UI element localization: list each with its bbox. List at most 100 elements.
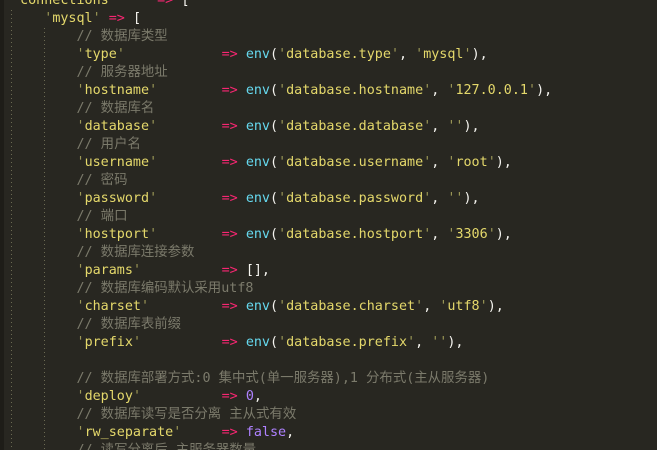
- code-token: ': [528, 83, 537, 98]
- code-token: connections: [20, 0, 109, 8]
- code-token: =>: [221, 263, 238, 278]
- code-token: (: [270, 227, 279, 242]
- code-line[interactable]: 'type' => env('database.type', 'mysql'),: [12, 46, 552, 64]
- code-token: ': [76, 425, 85, 440]
- code-token: hostname: [84, 83, 150, 98]
- code-token: ': [278, 47, 287, 62]
- code-token: ,: [399, 47, 416, 62]
- code-line[interactable]: // 数据库表前缀: [12, 316, 552, 334]
- code-token: ': [132, 263, 141, 278]
- code-token: ': [278, 335, 287, 350]
- code-line[interactable]: 'mysql' => [: [12, 10, 552, 28]
- code-token: '': [431, 335, 448, 350]
- code-line[interactable]: 'connections' => [: [12, 0, 552, 10]
- code-line[interactable]: // 数据库类型: [12, 28, 552, 46]
- code-line[interactable]: // 数据库编码默认采用utf8: [12, 280, 552, 298]
- code-token: database: [84, 119, 150, 134]
- code-token: ': [415, 47, 424, 62]
- gutter: [0, 0, 4, 450]
- code-token: ': [407, 335, 416, 350]
- code-area[interactable]: 'connections' => [ 'mysql' => [ // 数据库类型…: [12, 0, 552, 450]
- code-token: ': [390, 47, 399, 62]
- code-token: 127.0.0.1: [455, 83, 528, 98]
- code-line[interactable]: // 密码: [12, 172, 552, 190]
- code-token: ': [76, 263, 85, 278]
- code-editor[interactable]: 'connections' => [ 'mysql' => [ // 数据库类型…: [0, 0, 657, 450]
- code-token: // 用户名: [76, 137, 141, 152]
- code-token: password: [84, 191, 150, 206]
- code-token: =>: [221, 425, 238, 440]
- code-line[interactable]: // 端口: [12, 208, 552, 226]
- code-token: database.database: [286, 119, 424, 134]
- code-token: // 数据库编码默认采用utf8: [76, 281, 254, 296]
- code-line[interactable]: // 用户名: [12, 136, 552, 154]
- code-line[interactable]: [12, 352, 552, 370]
- code-line[interactable]: 'username' => env('database.username', '…: [12, 154, 552, 172]
- code-line[interactable]: 'hostport' => env('database.hostport', '…: [12, 226, 552, 244]
- code-line[interactable]: // 数据库名: [12, 100, 552, 118]
- code-token: ,: [286, 425, 295, 440]
- code-token: ,: [431, 83, 448, 98]
- code-line[interactable]: // 数据库部署方式:0 集中式(单一服务器),1 分布式(主从服务器): [12, 370, 552, 388]
- code-line[interactable]: 'charset' => env('database.charset', 'ut…: [12, 298, 552, 316]
- code-token: ),: [463, 191, 480, 206]
- code-line[interactable]: 'deploy' => 0,: [12, 388, 552, 406]
- code-token: ),: [471, 47, 488, 62]
- code-token: ),: [487, 299, 504, 314]
- code-token: ': [278, 119, 287, 134]
- code-token: [],: [245, 263, 270, 278]
- code-line[interactable]: 'password' => env('database.password', '…: [12, 190, 552, 208]
- code-line[interactable]: // 读写分离后 主服务器数量: [12, 442, 552, 450]
- code-token: env: [245, 227, 270, 242]
- code-token: =>: [221, 389, 238, 404]
- code-token: ': [149, 227, 158, 242]
- code-token: ': [76, 299, 85, 314]
- code-line[interactable]: 'hostname' => env('database.hostname', '…: [12, 82, 553, 100]
- code-line[interactable]: // 数据库读写是否分离 主从式有效: [12, 406, 552, 424]
- code-line[interactable]: 'rw_separate' => false,: [12, 424, 552, 442]
- code-token: ': [463, 47, 472, 62]
- code-token: ': [76, 389, 85, 404]
- code-line[interactable]: // 数据库连接参数: [12, 244, 552, 262]
- code-line[interactable]: // 服务器地址: [12, 64, 552, 82]
- code-token: ': [278, 227, 287, 242]
- code-line[interactable]: 'database' => env('database.database', '…: [12, 118, 552, 136]
- code-token: ': [479, 299, 488, 314]
- code-token: =>: [221, 47, 238, 62]
- code-token: ': [278, 83, 287, 98]
- code-token: ': [141, 299, 150, 314]
- code-token: '': [447, 191, 464, 206]
- code-token: (: [270, 299, 279, 314]
- code-line[interactable]: 'prefix' => env('database.prefix', ''),: [12, 334, 552, 352]
- code-token: ': [149, 83, 158, 98]
- code-token: ),: [463, 119, 480, 134]
- code-token: env: [245, 191, 270, 206]
- code-token: =>: [221, 191, 238, 206]
- code-token: ,: [431, 119, 448, 134]
- code-token: ': [12, 0, 21, 8]
- code-line[interactable]: 'params' => [],: [12, 262, 552, 280]
- code-token: [: [132, 11, 141, 26]
